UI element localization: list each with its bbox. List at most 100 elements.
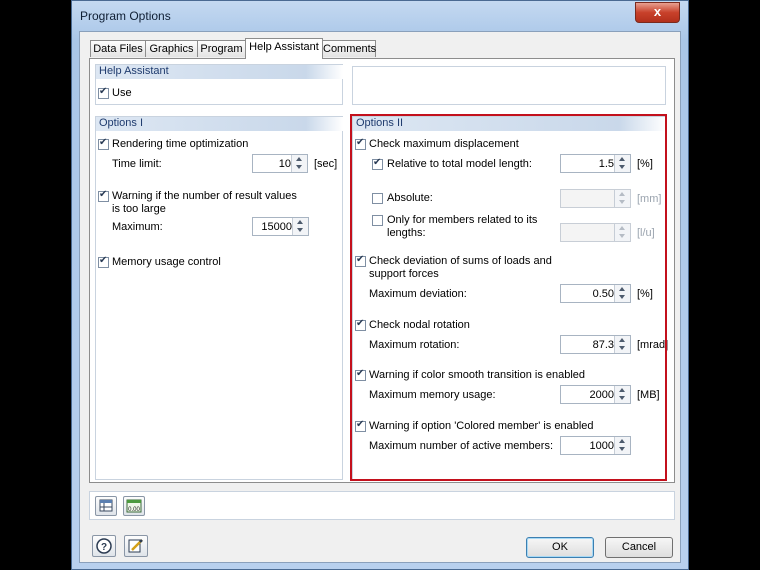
spin-down-icon[interactable]: [296, 165, 302, 169]
max-memory-label: Maximum memory usage:: [369, 389, 496, 401]
max-deviation-unit: [%]: [637, 288, 653, 300]
relative-length-value: 1.5: [598, 158, 614, 170]
help-icon: ?: [96, 538, 112, 554]
panel-toolbar: 0.00: [89, 491, 675, 520]
time-limit-spinner[interactable]: 10: [252, 154, 308, 173]
colored-member-checkbox[interactable]: [355, 419, 366, 432]
title-bar[interactable]: Program Options x: [72, 1, 688, 31]
color-transition-label: Warning if color smooth transition is en…: [369, 369, 586, 381]
maximum-spinner[interactable]: 15000: [252, 217, 309, 236]
max-rotation-label: Maximum rotation:: [369, 339, 460, 351]
spin-up-icon[interactable]: [619, 287, 625, 291]
tab-graphics[interactable]: Graphics: [145, 40, 198, 57]
absolute-spinner[interactable]: [560, 189, 631, 208]
spinner-buttons[interactable]: [614, 386, 630, 403]
help-assistant-panel: Help Assistant Use Options I Rendering t…: [89, 58, 675, 483]
close-button[interactable]: x: [635, 2, 680, 23]
max-rotation-value: 87.3: [592, 339, 614, 351]
time-limit-value: 10: [278, 158, 291, 170]
spin-up-icon[interactable]: [619, 439, 625, 443]
warning-results-label-1: Warning if the number of result values: [112, 190, 297, 202]
spin-up-icon[interactable]: [619, 192, 625, 196]
spin-up-icon[interactable]: [619, 388, 625, 392]
check-deviation-checkbox[interactable]: [355, 254, 366, 267]
check-displacement-checkbox[interactable]: [355, 137, 366, 150]
tab-comments[interactable]: Comments: [322, 40, 376, 57]
spinner-buttons[interactable]: [614, 285, 630, 302]
spin-up-icon[interactable]: [619, 338, 625, 342]
options-1-group: Options I Rendering time optimization Ti…: [95, 116, 343, 480]
spinner-buttons[interactable]: [614, 224, 630, 241]
spinner-buttons[interactable]: [614, 155, 630, 172]
spin-down-icon[interactable]: [297, 228, 303, 232]
memory-usage-checkbox[interactable]: [98, 255, 109, 268]
options-1-header: Options I: [96, 117, 343, 131]
spinner-buttons[interactable]: [291, 155, 307, 172]
spin-down-icon[interactable]: [619, 200, 625, 204]
use-label: Use: [112, 87, 132, 99]
absolute-checkbox[interactable]: [372, 193, 383, 204]
check-deviation-label-1: Check deviation of sums of loads and: [369, 255, 552, 267]
check-nodal-rotation-checkbox[interactable]: [355, 318, 366, 331]
spin-down-icon[interactable]: [619, 346, 625, 350]
max-rotation-spinner[interactable]: 87.3: [560, 335, 631, 354]
use-checkbox[interactable]: [98, 86, 109, 99]
number-format-icon: 0.00: [126, 499, 142, 513]
max-deviation-label: Maximum deviation:: [369, 288, 467, 300]
members-length-checkbox[interactable]: [372, 215, 383, 226]
tab-data-files[interactable]: Data Files: [90, 40, 146, 57]
max-memory-value: 2000: [589, 389, 614, 401]
spin-down-icon[interactable]: [619, 165, 625, 169]
max-memory-spinner[interactable]: 2000: [560, 385, 631, 404]
number-format-button[interactable]: 0.00: [123, 496, 145, 516]
spin-up-icon[interactable]: [619, 226, 625, 230]
time-limit-label: Time limit:: [112, 158, 162, 170]
spin-down-icon[interactable]: [619, 396, 625, 400]
spinner-buttons[interactable]: [614, 190, 630, 207]
svg-text:?: ?: [101, 542, 107, 553]
max-members-value: 1000: [589, 440, 614, 452]
relative-length-spinner[interactable]: 1.5: [560, 154, 631, 173]
members-length-spinner[interactable]: [560, 223, 631, 242]
max-rotation-unit: [mrad]: [637, 339, 669, 351]
spin-up-icon[interactable]: [297, 220, 303, 224]
number-format-text: 0.00: [128, 507, 140, 513]
spinner-buttons[interactable]: [614, 336, 630, 353]
export-table-button[interactable]: [95, 496, 117, 516]
members-length-label-2: lengths:: [387, 227, 426, 239]
check-displacement-label: Check maximum displacement: [369, 138, 519, 150]
absolute-unit: [mm]: [637, 193, 662, 205]
cancel-button[interactable]: Cancel: [605, 537, 673, 558]
time-limit-unit: [sec]: [314, 158, 338, 170]
tab-program[interactable]: Program: [197, 40, 246, 57]
relative-length-checkbox[interactable]: [372, 157, 383, 170]
absolute-label: Absolute:: [387, 192, 433, 204]
spinner-buttons[interactable]: [292, 218, 308, 235]
rendering-label: Rendering time optimization: [112, 138, 249, 150]
options-2-header: Options II: [353, 117, 666, 131]
spinner-buttons[interactable]: [614, 437, 630, 454]
check-deviation-label-2: support forces: [369, 268, 439, 280]
memory-usage-label: Memory usage control: [112, 256, 221, 268]
max-members-spinner[interactable]: 1000: [560, 436, 631, 455]
empty-info-group: [352, 66, 666, 105]
max-memory-unit: [MB]: [637, 389, 660, 401]
colored-member-label: Warning if option 'Colored member' is en…: [369, 420, 594, 432]
spin-up-icon[interactable]: [619, 157, 625, 161]
warning-results-checkbox[interactable]: [98, 189, 109, 202]
edit-button[interactable]: [124, 535, 148, 557]
spin-down-icon[interactable]: [619, 295, 625, 299]
spin-up-icon[interactable]: [296, 157, 302, 161]
edit-icon: [128, 539, 143, 553]
spin-down-icon[interactable]: [619, 234, 625, 238]
max-deviation-spinner[interactable]: 0.50: [560, 284, 631, 303]
spin-down-icon[interactable]: [619, 447, 625, 451]
help-assistant-header: Help Assistant: [96, 65, 343, 79]
maximum-value: 15000: [261, 221, 292, 233]
color-transition-checkbox[interactable]: [355, 368, 366, 381]
max-deviation-value: 0.50: [592, 288, 614, 300]
ok-button[interactable]: OK: [526, 537, 594, 558]
rendering-checkbox[interactable]: [98, 137, 109, 150]
help-button[interactable]: ?: [92, 535, 116, 557]
tab-help-assistant[interactable]: Help Assistant: [245, 38, 323, 59]
